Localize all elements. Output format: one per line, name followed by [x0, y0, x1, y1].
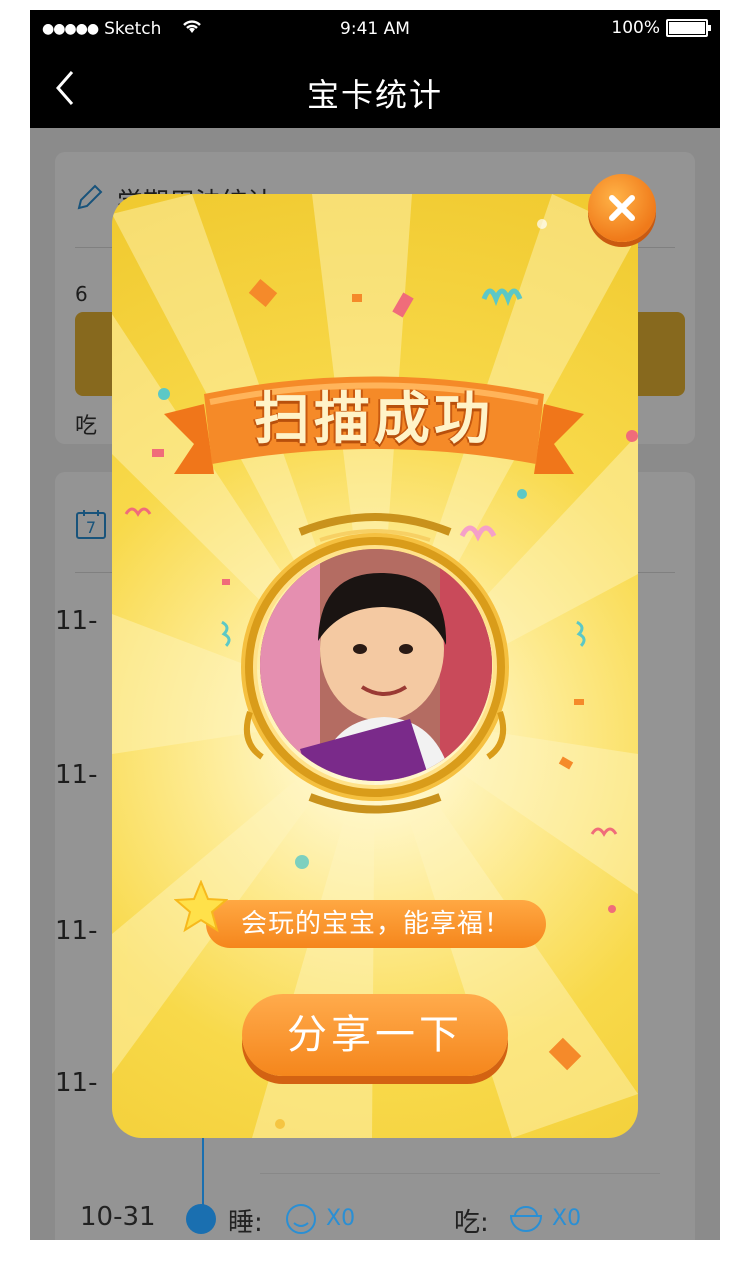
sleep-count: X0	[326, 1206, 356, 1231]
row-date: 10-31	[80, 1202, 156, 1232]
battery-group: 100%	[611, 18, 711, 38]
sleep-label: 睡:	[228, 1208, 263, 1238]
page-title: 宝卡统计	[306, 76, 443, 114]
bowl-icon	[508, 1204, 544, 1240]
slogan-pill: 会玩的宝宝，能享福！	[206, 900, 546, 948]
close-button[interactable]	[588, 174, 656, 242]
scan-success-popup: 扫描成功 会玩的宝宝，能享福！ 分享一下	[112, 194, 638, 1138]
row-divider	[260, 1173, 660, 1174]
sleep-face-icon	[284, 1202, 318, 1240]
phone-screen: ●●●●● Sketch 9:41 AM 100% 宝卡统计 学期用法统计	[30, 10, 720, 1240]
battery-percent: 100%	[611, 18, 660, 38]
star-icon	[174, 880, 228, 933]
child-photo	[260, 549, 492, 781]
timeline-row-bottom: 10-31 睡: X0 吃: X0	[30, 1200, 720, 1240]
eat-label: 吃:	[454, 1208, 489, 1238]
battery-icon	[666, 19, 711, 37]
banner-text: 扫描成功	[254, 387, 494, 452]
close-icon	[609, 195, 635, 221]
status-bar: ●●●●● Sketch 9:41 AM 100%	[30, 10, 720, 48]
eat-count: X0	[552, 1206, 582, 1231]
timeline-dot	[186, 1204, 216, 1234]
nav-bar: 宝卡统计	[30, 48, 720, 128]
share-button[interactable]: 分享一下	[242, 994, 508, 1076]
